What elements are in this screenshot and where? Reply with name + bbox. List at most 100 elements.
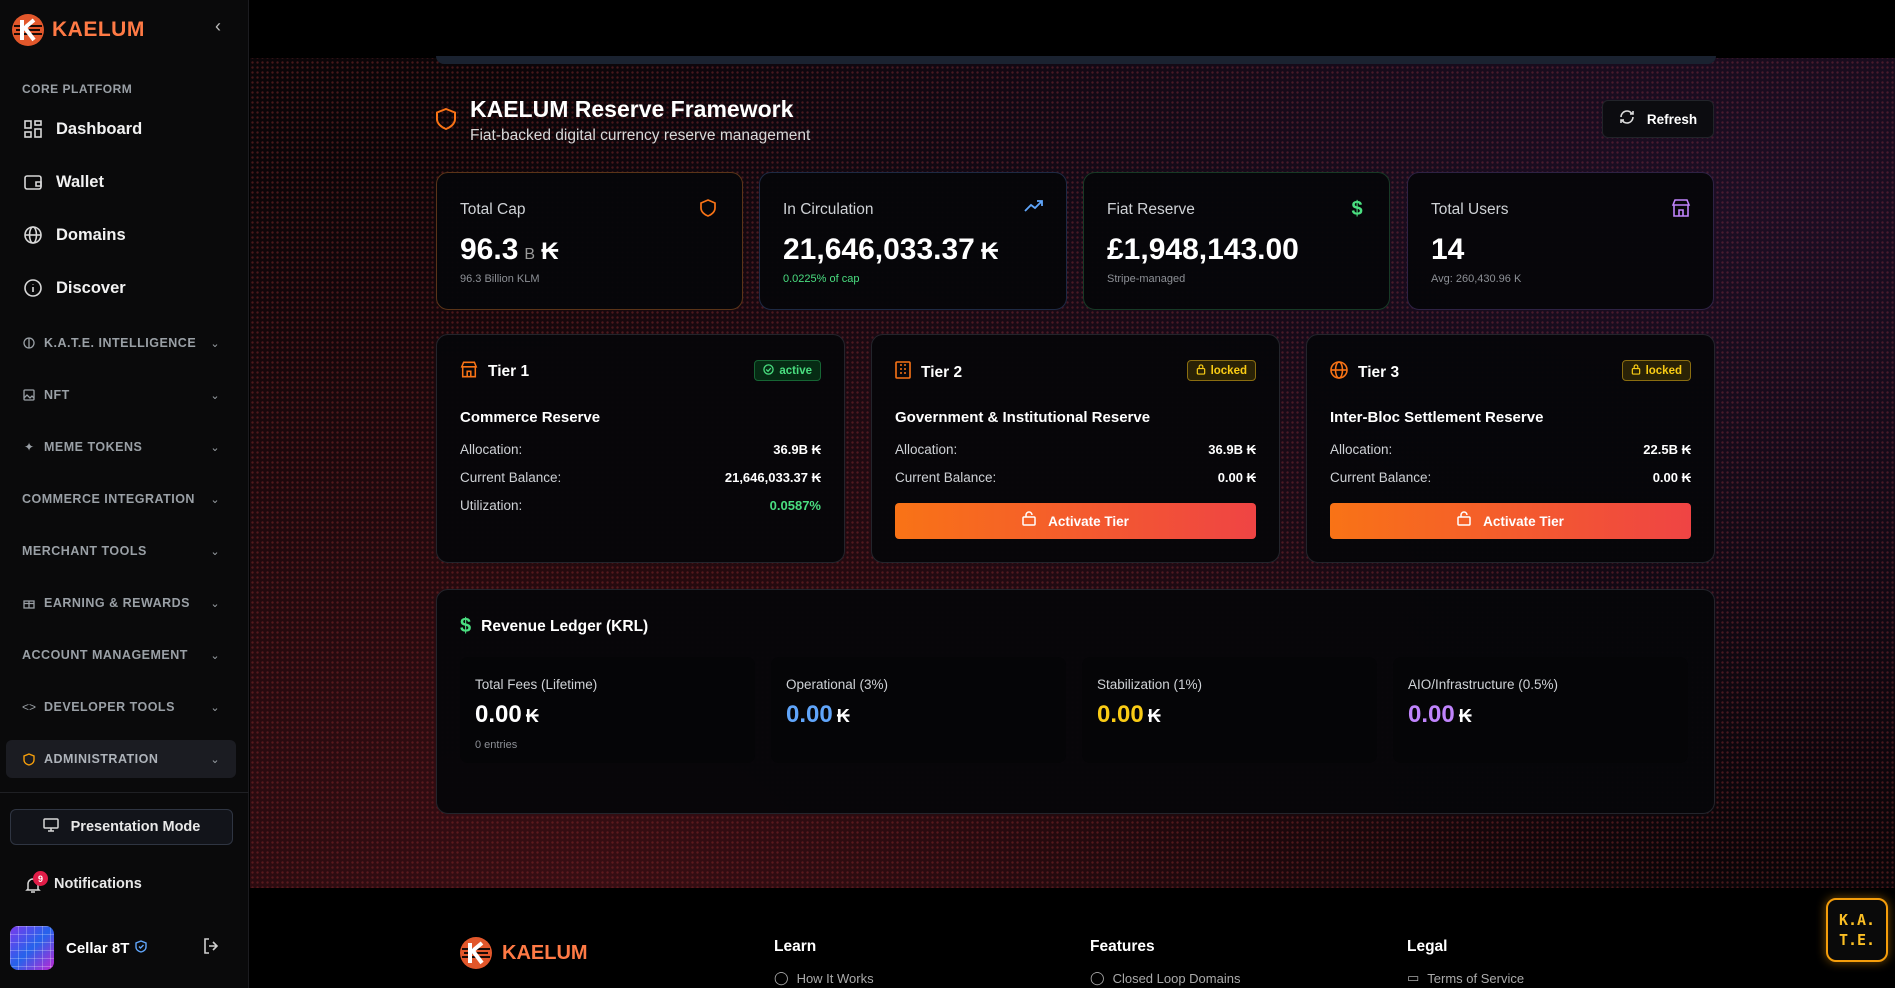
user-name: Cellar 8T — [66, 939, 148, 957]
help-icon: ◯ — [774, 970, 789, 985]
brand-logo[interactable]: KAELUM — [10, 10, 145, 50]
group-earning-rewards[interactable]: EARNING & REWARDS ⌄ — [6, 584, 236, 622]
revenue-ledger-card: $ Revenue Ledger (KRL) Total Fees (Lifet… — [436, 589, 1715, 814]
status-text: active — [779, 364, 812, 377]
row-value: 22.5B ₭ — [1643, 441, 1691, 457]
group-merchant-tools[interactable]: MERCHANT TOOLS ⌄ — [6, 532, 236, 570]
cell-value-number: 0.00 — [786, 701, 833, 728]
nav-label: Discover — [56, 278, 126, 297]
stat-sub: 0.0225% of cap — [783, 273, 860, 285]
cell-value: 0.00 ₭ — [1097, 701, 1161, 729]
row-label: Allocation: — [1330, 441, 1393, 457]
footer-link[interactable]: ▭ Terms of Service — [1407, 970, 1524, 986]
tier-title: Tier 2 — [921, 363, 963, 381]
ledger-cell-total-fees: Total Fees (Lifetime) 0.00 ₭ 0 entries — [460, 657, 755, 763]
allocation-row: Allocation: 36.9B ₭ — [460, 439, 821, 459]
row-value: 0.00 ₭ — [1217, 469, 1256, 485]
status-badge: locked — [1621, 360, 1691, 381]
logout-icon[interactable] — [202, 937, 222, 957]
status-text: locked — [1210, 364, 1247, 377]
nav-wallet[interactable]: Wallet — [14, 160, 236, 204]
stat-value: 14 — [1431, 233, 1464, 267]
chevron-down-icon: ⌄ — [210, 337, 220, 350]
footer-col-learn: Learn ◯ How It Works — [774, 938, 874, 986]
footer-link[interactable]: ◯ Closed Loop Domains — [1090, 970, 1240, 986]
nav-dashboard[interactable]: Dashboard — [14, 107, 236, 151]
cell-value-number: 0.00 — [1097, 701, 1144, 728]
footer-brand[interactable]: KAELUM — [458, 935, 588, 971]
tier-name: Inter-Bloc Settlement Reserve — [1330, 409, 1544, 426]
footer-heading: Learn — [774, 938, 817, 955]
balance-row: Current Balance: 21,646,033.37 ₭ — [460, 467, 821, 487]
lock-open-icon — [1457, 511, 1471, 531]
stat-value: 96.3 B ₭ — [460, 233, 558, 267]
tier-header: Tier 1 — [460, 361, 529, 383]
lock-icon — [1196, 363, 1206, 378]
footer-link[interactable]: ◯ How It Works — [774, 970, 874, 986]
group-commerce-integration[interactable]: COMMERCE INTEGRATION ⌄ — [6, 480, 236, 518]
tier-name: Government & Institutional Reserve — [895, 409, 1151, 426]
cell-label: Operational (3%) — [786, 677, 889, 692]
footer-link-label: Closed Loop Domains — [1112, 970, 1241, 986]
footer-col-features: Features ◯ Closed Loop Domains — [1090, 938, 1240, 986]
cell-value-number: 0.00 — [1408, 701, 1455, 728]
balance-row: Current Balance: 0.00 ₭ — [895, 467, 1256, 487]
page-subtitle: Fiat-backed digital currency reserve man… — [470, 127, 811, 144]
image-icon — [22, 388, 36, 402]
kate-assistant-button[interactable]: K.A. T.E. — [1826, 898, 1888, 962]
stat-label: Fiat Reserve — [1107, 201, 1195, 218]
group-meme-tokens[interactable]: ✦ MEME TOKENS ⌄ — [6, 428, 236, 466]
collapse-sidebar-button[interactable]: ‹ — [208, 16, 228, 40]
monitor-icon — [42, 817, 59, 838]
group-nft[interactable]: NFT ⌄ — [6, 376, 236, 414]
stat-label: In Circulation — [783, 201, 874, 218]
notification-badge: 9 — [33, 871, 48, 886]
globe-icon: ◯ — [1090, 970, 1105, 985]
group-kate-intelligence[interactable]: K.A.T.E. INTELLIGENCE ⌄ — [6, 324, 236, 362]
cell-label: AIO/Infrastructure (0.5%) — [1408, 677, 1559, 692]
currency-symbol: ₭ — [980, 238, 999, 265]
stat-card-total-cap: Total Cap 96.3 B ₭ 96.3 Billion KLM — [436, 172, 743, 310]
notifications-button[interactable]: 9 Notifications — [24, 870, 142, 898]
user-profile[interactable]: Cellar 8T — [10, 926, 148, 970]
group-label: ACCOUNT MANAGEMENT — [22, 648, 188, 662]
stat-card-circulation: In Circulation 21,646,033.37 ₭ 0.0225% of… — [759, 172, 1067, 310]
utilization-row: Utilization: 0.0587% — [460, 495, 821, 515]
activate-tier-button[interactable]: Activate Tier — [895, 503, 1256, 539]
cell-value: 0.00 ₭ — [475, 701, 539, 729]
shield-icon — [700, 199, 720, 219]
cell-label: Stabilization (1%) — [1097, 677, 1203, 692]
tier-card-2: Tier 2 locked Government & Institutional… — [871, 334, 1280, 563]
stat-value-number: £1,948,143.00 — [1107, 233, 1299, 266]
footer-link-label: Terms of Service — [1427, 970, 1525, 986]
currency-symbol: ₭ — [525, 706, 539, 726]
row-value: 0.0587% — [769, 497, 821, 513]
stat-card-total-users: Total Users 14 Avg: 260,430.96 K — [1407, 172, 1714, 310]
group-label: EARNING & REWARDS — [44, 596, 191, 610]
footer-heading: Features — [1090, 938, 1155, 955]
globe-icon — [1330, 361, 1348, 384]
activate-tier-label: Activate Tier — [1483, 513, 1564, 529]
group-account-management[interactable]: ACCOUNT MANAGEMENT ⌄ — [6, 636, 236, 674]
group-developer-tools[interactable]: <> DEVELOPER TOOLS ⌄ — [6, 688, 236, 726]
trending-up-icon — [1024, 199, 1044, 219]
sparkle-icon: ✦ — [23, 440, 35, 454]
group-label: DEVELOPER TOOLS — [44, 700, 175, 714]
bell-icon: 9 — [24, 871, 48, 894]
presentation-mode-button[interactable]: Presentation Mode — [10, 809, 233, 845]
stat-card-fiat-reserve: Fiat Reserve $ £1,948,143.00 Stripe-mana… — [1083, 172, 1390, 310]
nav-domains[interactable]: Domains — [14, 213, 236, 257]
refresh-button[interactable]: Refresh — [1602, 100, 1714, 138]
activate-tier-button[interactable]: Activate Tier — [1330, 503, 1691, 539]
chevron-down-icon: ⌄ — [210, 753, 220, 766]
status-text: locked — [1645, 364, 1682, 377]
user-name-text: Cellar 8T — [66, 939, 130, 957]
row-label: Allocation: — [460, 441, 523, 457]
stat-sub: 96.3 Billion KLM — [460, 273, 540, 285]
nav-discover[interactable]: Discover — [14, 266, 236, 310]
check-circle-icon — [763, 363, 775, 378]
shield-icon — [436, 107, 458, 132]
kaelum-logo-icon — [12, 14, 44, 46]
refresh-label: Refresh — [1646, 111, 1698, 127]
group-administration[interactable]: ADMINISTRATION ⌄ — [6, 740, 236, 778]
